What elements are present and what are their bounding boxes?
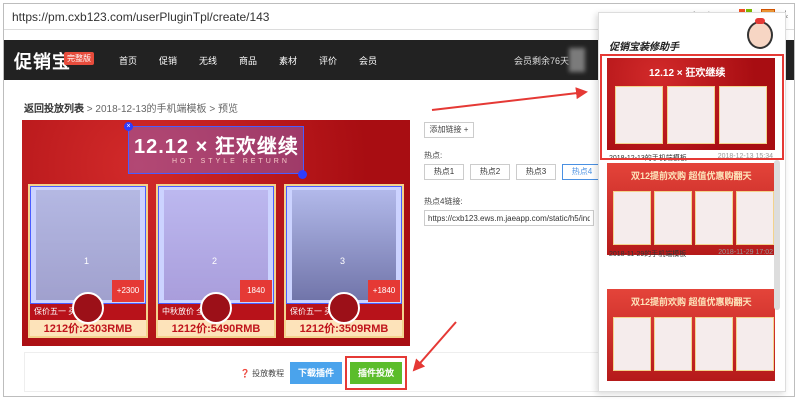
annotation-box xyxy=(600,54,784,160)
hotspot-number: 2 xyxy=(212,256,218,266)
hotspot-label: 热点: xyxy=(424,151,443,160)
template-thumbnail[interactable]: 双12提前欢购 超值优惠购翻天 xyxy=(607,289,775,381)
extension-scrollbar[interactable] xyxy=(774,160,780,310)
avatar[interactable] xyxy=(569,48,585,72)
thumbnail-product xyxy=(736,317,774,371)
price-tag: +1840 xyxy=(368,280,400,302)
thumbnail-product xyxy=(695,317,733,371)
promo-banner-preview[interactable]: × 12.12 × 狂欢继续 HOT STYLE RETURN 1 +2300 … xyxy=(22,120,410,346)
thumbnail-product xyxy=(736,191,774,245)
nav-promo[interactable]: 促销 xyxy=(148,54,188,67)
thumbnail-product xyxy=(654,191,692,245)
main-nav: 首页 促销 无线 商品 素材 评价 会员 xyxy=(108,54,388,67)
hotspot-number: 3 xyxy=(340,256,346,266)
banner-title: 12.12 × 狂欢继续 xyxy=(134,136,299,158)
banner-subtitle: HOT STYLE RETURN xyxy=(172,158,290,165)
nav-reviews[interactable]: 评价 xyxy=(308,54,348,67)
nav-assets[interactable]: 素材 xyxy=(268,54,308,67)
hotspot-tab-3[interactable]: 热点3 xyxy=(516,164,556,180)
cart-icon xyxy=(328,292,360,324)
hotspot-tabs: 热点1 热点2 热点3 热点4 xyxy=(424,164,602,180)
hotspot-tab-1[interactable]: 热点1 xyxy=(424,164,464,180)
thumbnail-product xyxy=(613,191,651,245)
product-card[interactable]: 2 1840 中秋放价 全场 1212价:5490RMB xyxy=(156,184,276,338)
breadcrumb: 返回投放列表 > 2018-12-13的手机端模板 > 预览 xyxy=(24,100,238,115)
mascot-icon xyxy=(747,18,773,49)
extension-header: 促销宝装修助手 xyxy=(599,13,785,53)
account-info: 会员剩余76天 xyxy=(514,56,570,66)
tutorial-link[interactable]: ❓ 投放教程 xyxy=(240,368,284,379)
template-thumbnail[interactable]: 双12提前欢购 超值优惠购翻天 xyxy=(607,163,775,255)
thumbnail-heading: 双12提前欢购 超值优惠购翻天 xyxy=(631,297,752,307)
nav-mobile[interactable]: 无线 xyxy=(188,54,228,67)
hotspot-number: 1 xyxy=(84,256,90,266)
cart-icon xyxy=(200,292,232,324)
hotspot-tab-4[interactable]: 热点4 xyxy=(562,164,602,180)
breadcrumb-trail: > 2018-12-13的手机端模板 > 预览 xyxy=(84,104,238,115)
nav-home[interactable]: 首页 xyxy=(108,54,148,67)
back-to-list-link[interactable]: 返回投放列表 xyxy=(24,104,84,115)
price-tag: 1840 xyxy=(240,280,272,302)
nav-members[interactable]: 会员 xyxy=(348,54,388,67)
edition-badge: 完整版 xyxy=(64,52,94,65)
url-text[interactable]: https://pm.cxb123.com/userPluginTpl/crea… xyxy=(12,10,269,24)
product-card[interactable]: 3 +1840 保价五一 买 1212价:3509RMB xyxy=(284,184,404,338)
download-plugin-button[interactable]: 下载插件 xyxy=(290,362,342,384)
price-tag: +2300 xyxy=(112,280,144,302)
thumbnail-heading: 双12提前欢购 超值优惠购翻天 xyxy=(631,171,752,181)
site-logo[interactable]: 促销宝 xyxy=(14,48,71,74)
annotation-box xyxy=(345,356,407,390)
template-caption: 2018-11-29的手机端模板 xyxy=(609,251,687,258)
extension-title: 促销宝装修助手 xyxy=(609,42,679,53)
cart-icon xyxy=(72,292,104,324)
nav-goods[interactable]: 商品 xyxy=(228,54,268,67)
product-card[interactable]: 1 +2300 保价五一 买 1212价:2303RMB xyxy=(28,184,148,338)
template-date: 2018-11-29 17:02 xyxy=(718,249,773,256)
hotspot-link-input[interactable] xyxy=(424,210,594,226)
thumbnail-product xyxy=(654,317,692,371)
add-link-button[interactable]: 添加链接 + xyxy=(424,122,474,138)
hotspot-tab-2[interactable]: 热点2 xyxy=(470,164,510,180)
close-icon[interactable]: × xyxy=(124,122,133,131)
hotspot-link-label: 热点4链接: xyxy=(424,197,463,206)
thumbnail-product xyxy=(695,191,733,245)
resize-handle[interactable] xyxy=(298,170,307,179)
thumbnail-product xyxy=(613,317,651,371)
